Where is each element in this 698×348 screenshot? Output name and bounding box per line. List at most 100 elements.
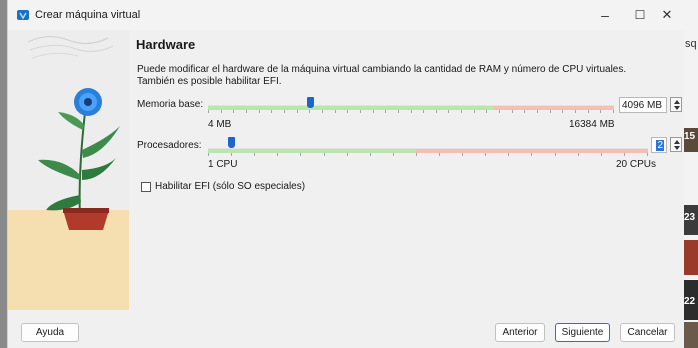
slider-tick: [550, 110, 551, 113]
slider-tick: [416, 153, 417, 156]
chevron-down-icon: [674, 106, 680, 110]
slider-tick: [531, 153, 532, 156]
slider-tick: [335, 110, 336, 113]
page-title: Hardware: [136, 37, 196, 52]
slider-tick: [324, 153, 325, 156]
slider-tick: [474, 110, 475, 113]
slider-tick: [284, 110, 285, 113]
window-title: Crear máquina virtual: [35, 9, 141, 21]
slider-tick: [461, 110, 462, 113]
slider-tick: [499, 110, 500, 113]
background-badge: 15: [684, 131, 696, 142]
slider-tick: [347, 153, 348, 156]
slider-tick: [562, 110, 563, 113]
slider-tick: [508, 153, 509, 156]
slider-tick: [259, 110, 260, 113]
help-button[interactable]: Ayuda: [21, 323, 79, 342]
slider-tick: [208, 110, 209, 113]
close-button[interactable]: ✕: [647, 0, 687, 30]
slider-tick: [601, 153, 602, 156]
slider-tick: [300, 153, 301, 156]
slider-tick: [411, 110, 412, 113]
page-description: Puede modificar el hardware de la máquin…: [137, 64, 627, 87]
memory-max-label: 16384 MB: [569, 119, 615, 130]
dialog-footer: Ayuda Anterior Siguiente Cancelar: [8, 310, 684, 348]
slider-tick: [370, 153, 371, 156]
slider-tick: [373, 110, 374, 113]
memory-slider[interactable]: [208, 105, 614, 113]
processors-max-label: 20 CPUs: [616, 159, 657, 170]
slider-tick: [322, 110, 323, 113]
processors-label: Procesadores:: [137, 140, 202, 151]
back-button[interactable]: Anterior: [495, 323, 545, 342]
slider-tick: [246, 110, 247, 113]
processors-slider[interactable]: [208, 148, 648, 156]
hardware-page: Hardware Puede modificar el hardware de …: [129, 30, 684, 310]
background-badge: 23: [684, 212, 696, 223]
slider-tick: [575, 110, 576, 113]
slider-tick: [600, 110, 601, 113]
slider-tick: [423, 110, 424, 113]
slider-tick: [588, 110, 589, 113]
memory-slider-handle[interactable]: [307, 97, 314, 108]
processors-spin-buttons[interactable]: [670, 137, 682, 152]
slider-tick: [578, 153, 579, 156]
slider-tick: [271, 110, 272, 113]
processors-slider-warning-range: [416, 149, 648, 153]
create-vm-dialog: Crear máquina virtual – ☐ ✕ Hardware Pue…: [7, 0, 684, 348]
background-desktop-strip: sq 15 23 22: [683, 0, 698, 348]
slider-tick: [448, 110, 449, 113]
processors-min-label: 1 CPU: [208, 159, 238, 170]
memory-min-label: 4 MB: [208, 119, 232, 130]
slider-tick: [555, 153, 556, 156]
slider-tick: [647, 153, 648, 156]
minimize-button[interactable]: –: [585, 0, 625, 30]
memory-slider-safe-range: [208, 106, 494, 110]
slider-tick: [624, 153, 625, 156]
chevron-down-icon: [674, 146, 680, 150]
chevron-up-icon: [674, 140, 680, 144]
memory-label: Memoria base:: [137, 99, 204, 110]
memory-value: 4096 MB: [621, 100, 662, 111]
efi-checkbox[interactable]: [141, 182, 151, 192]
slider-tick: [393, 153, 394, 156]
close-icon: ✕: [661, 7, 673, 22]
background-thumbnail: [683, 322, 698, 348]
slider-tick: [277, 153, 278, 156]
slider-tick: [347, 110, 348, 113]
slider-tick: [436, 110, 437, 113]
slider-tick: [439, 153, 440, 156]
efi-checkbox-label[interactable]: Habilitar EFI (sólo SO especiales): [155, 181, 305, 192]
processors-input[interactable]: 2: [651, 137, 667, 153]
slider-tick: [385, 110, 386, 113]
slider-tick: [486, 110, 487, 113]
slider-tick: [231, 153, 232, 156]
slider-tick: [233, 110, 234, 113]
slider-tick: [537, 110, 538, 113]
background-badge: 22: [684, 296, 696, 307]
slider-tick: [309, 110, 310, 113]
maximize-icon: ☐: [634, 8, 646, 22]
minimize-icon: –: [601, 7, 609, 23]
chevron-up-icon: [674, 100, 680, 104]
slider-tick: [221, 110, 222, 113]
virtualbox-icon: [17, 10, 29, 20]
slider-tick: [462, 153, 463, 156]
processors-value: 2: [656, 140, 664, 151]
memory-input[interactable]: 4096 MB: [619, 97, 667, 113]
plant-illustration: [8, 30, 129, 310]
processors-slider-safe-range: [208, 149, 416, 153]
background-thumbnail: [683, 240, 698, 275]
cancel-button[interactable]: Cancelar: [620, 323, 675, 342]
next-button[interactable]: Siguiente: [555, 323, 610, 342]
slider-tick: [398, 110, 399, 113]
slider-tick: [512, 110, 513, 113]
slider-tick: [254, 153, 255, 156]
slider-tick: [524, 110, 525, 113]
slider-tick: [613, 110, 614, 113]
memory-spin-buttons[interactable]: [670, 97, 682, 112]
slider-tick: [208, 153, 209, 156]
processors-slider-handle[interactable]: [228, 137, 235, 148]
slider-tick: [297, 110, 298, 113]
slider-tick: [485, 153, 486, 156]
